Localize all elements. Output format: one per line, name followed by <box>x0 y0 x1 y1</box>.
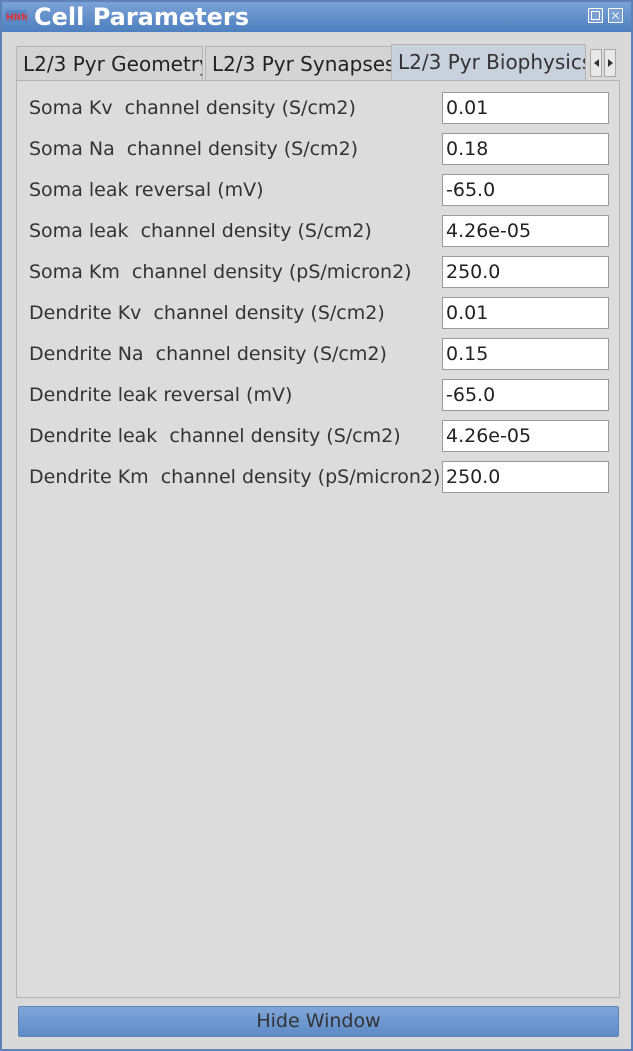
biophysics-panel: Soma Kv channel density (S/cm2) Soma Na … <box>16 80 620 998</box>
param-input-soma-leak-reversal[interactable] <box>442 174 609 206</box>
chevron-left-icon <box>594 59 599 67</box>
param-row-dendrite-leak-reversal: Dendrite leak reversal (mV) <box>29 379 619 411</box>
param-row-dendrite-na: Dendrite Na channel density (S/cm2) <box>29 338 619 370</box>
svg-text:HNN: HNN <box>6 13 27 22</box>
tab-scroll-right-button[interactable] <box>604 49 616 77</box>
chevron-right-icon <box>608 59 613 67</box>
param-label: Dendrite Km channel density (pS/micron2) <box>29 466 441 488</box>
tab-bar: L2/3 Pyr Geometry L2/3 Pyr Synapses L2/3… <box>14 44 620 80</box>
param-label: Dendrite Na channel density (S/cm2) <box>29 343 387 365</box>
tab-synapses[interactable]: L2/3 Pyr Synapses <box>205 46 392 80</box>
param-row-dendrite-km: Dendrite Km channel density (pS/micron2) <box>29 461 619 493</box>
param-row-soma-leak-density: Soma leak channel density (S/cm2) <box>29 215 619 247</box>
window-title: Cell Parameters <box>34 3 250 31</box>
maximize-icon[interactable] <box>588 8 603 23</box>
close-icon[interactable] <box>608 8 623 23</box>
param-input-dendrite-leak-reversal[interactable] <box>442 379 609 411</box>
param-input-soma-kv[interactable] <box>442 92 609 124</box>
param-label: Soma Km channel density (pS/micron2) <box>29 261 412 283</box>
tab-geometry[interactable]: L2/3 Pyr Geometry <box>16 46 203 80</box>
param-input-soma-na[interactable] <box>442 133 609 165</box>
param-row-dendrite-kv: Dendrite Kv channel density (S/cm2) <box>29 297 619 329</box>
param-label: Dendrite Kv channel density (S/cm2) <box>29 302 385 324</box>
param-input-dendrite-na[interactable] <box>442 338 609 370</box>
param-label: Dendrite leak reversal (mV) <box>29 384 293 406</box>
param-row-dendrite-leak-density: Dendrite leak channel density (S/cm2) <box>29 420 619 452</box>
param-input-soma-leak-density[interactable] <box>442 215 609 247</box>
param-input-dendrite-km[interactable] <box>442 461 609 493</box>
param-label: Soma leak reversal (mV) <box>29 179 264 201</box>
cell-parameters-window: HNN Cell Parameters L2/3 Pyr Geometry L2… <box>0 0 633 1051</box>
hnn-logo-icon: HNN <box>5 10 27 22</box>
param-input-dendrite-leak-density[interactable] <box>442 420 609 452</box>
tab-scroll-left-button[interactable] <box>590 49 602 77</box>
param-label: Soma Na channel density (S/cm2) <box>29 138 359 160</box>
param-row-soma-leak-reversal: Soma leak reversal (mV) <box>29 174 619 206</box>
param-row-soma-na: Soma Na channel density (S/cm2) <box>29 133 619 165</box>
title-bar[interactable]: HNN Cell Parameters <box>2 2 631 32</box>
tab-biophysics[interactable]: L2/3 Pyr Biophysics <box>391 44 586 80</box>
hide-window-button[interactable]: Hide Window <box>18 1006 619 1037</box>
param-row-soma-kv: Soma Kv channel density (S/cm2) <box>29 92 619 124</box>
param-input-dendrite-kv[interactable] <box>442 297 609 329</box>
param-input-soma-km[interactable] <box>442 256 609 288</box>
param-row-soma-km: Soma Km channel density (pS/micron2) <box>29 256 619 288</box>
param-label: Soma leak channel density (S/cm2) <box>29 220 372 242</box>
param-label: Dendrite leak channel density (S/cm2) <box>29 425 401 447</box>
param-label: Soma Kv channel density (S/cm2) <box>29 97 356 119</box>
